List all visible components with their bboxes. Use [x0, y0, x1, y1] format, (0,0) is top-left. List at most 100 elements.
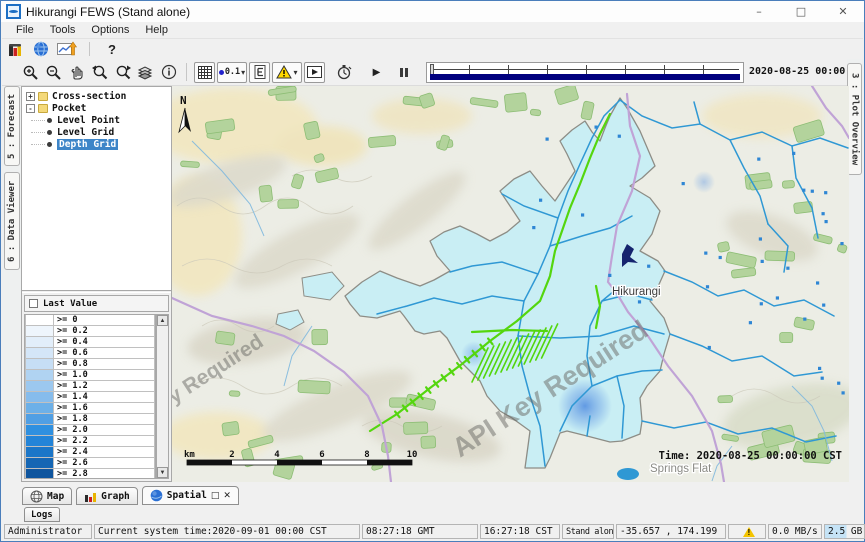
- legend-row[interactable]: >= 2.0: [25, 425, 155, 436]
- chart-arrow-icon[interactable]: [57, 41, 77, 57]
- legend-row[interactable]: >= 0.2: [25, 326, 155, 337]
- gauge-point[interactable]: [682, 182, 685, 185]
- menu-item-options[interactable]: Options: [83, 23, 137, 38]
- gauge-point[interactable]: [811, 190, 814, 193]
- tree-expander-icon[interactable]: +: [26, 92, 35, 101]
- map-view[interactable]: API Key Required API Key Required Hikura…: [172, 86, 849, 482]
- globe-icon[interactable]: [33, 41, 49, 57]
- gauge-point[interactable]: [706, 285, 709, 288]
- gauge-point[interactable]: [818, 367, 821, 370]
- tree-item-pocket[interactable]: -Pocket: [26, 102, 171, 114]
- gauge-point[interactable]: [719, 256, 722, 259]
- legend-row[interactable]: >= 2.2: [25, 436, 155, 447]
- gauge-point[interactable]: [532, 226, 535, 229]
- legend-row[interactable]: >= 1.4: [25, 392, 155, 403]
- gauge-point[interactable]: [638, 300, 641, 303]
- gauge-point[interactable]: [842, 391, 845, 394]
- gauge-point[interactable]: [761, 260, 764, 263]
- logs-button[interactable]: Logs: [24, 507, 60, 522]
- gauge-point[interactable]: [749, 321, 752, 324]
- tree-expander-icon[interactable]: -: [26, 104, 35, 113]
- zoom-next-icon[interactable]: [112, 62, 133, 83]
- gauge-point[interactable]: [803, 318, 806, 321]
- gauge-point[interactable]: [608, 274, 611, 277]
- gauge-point[interactable]: [539, 199, 542, 202]
- play-icon[interactable]: ▶: [366, 62, 387, 83]
- gauge-point[interactable]: [704, 252, 707, 255]
- tab-restore-icon[interactable]: □: [211, 491, 220, 501]
- legend-row[interactable]: >= 0.8: [25, 359, 155, 370]
- gauge-point[interactable]: [802, 189, 805, 192]
- tab-close-icon[interactable]: ✕: [223, 491, 231, 501]
- gauge-point[interactable]: [757, 158, 760, 161]
- gauge-point[interactable]: [786, 267, 789, 270]
- legend-row[interactable]: >= 2.8: [25, 469, 155, 479]
- pause-icon[interactable]: [393, 62, 414, 83]
- interval-dropdown[interactable]: 0.1▾: [217, 62, 247, 83]
- tab-graph[interactable]: Graph: [76, 487, 138, 505]
- gauge-point[interactable]: [824, 191, 827, 194]
- minimize-button[interactable]: –: [738, 1, 780, 22]
- legend-row[interactable]: >= 1.0: [25, 370, 155, 381]
- gauge-point[interactable]: [822, 304, 825, 307]
- gauge-point[interactable]: [821, 377, 824, 380]
- legend-row[interactable]: >= 1.6: [25, 403, 155, 414]
- gauge-point[interactable]: [708, 346, 711, 349]
- menu-item-tools[interactable]: Tools: [42, 23, 84, 38]
- tab-plot-overview[interactable]: 3 : Plot Overview: [847, 63, 862, 175]
- gauge-point[interactable]: [837, 382, 840, 385]
- legend-row[interactable]: >= 1.8: [25, 414, 155, 425]
- info-icon[interactable]: [158, 62, 179, 83]
- legend-row[interactable]: >= 0.4: [25, 337, 155, 348]
- maximize-button[interactable]: □: [780, 1, 822, 22]
- tab-data-viewer[interactable]: 6 : Data Viewer: [4, 172, 20, 270]
- menu-item-file[interactable]: File: [8, 23, 42, 38]
- map-canvas[interactable]: API Key Required API Key Required Hikura…: [172, 86, 849, 482]
- gauge-point[interactable]: [759, 237, 762, 240]
- zoom-out-icon[interactable]: [43, 62, 64, 83]
- database-icon[interactable]: [8, 42, 25, 57]
- legend-row[interactable]: >= 0.6: [25, 348, 155, 359]
- gauge-point[interactable]: [840, 242, 843, 245]
- layers-icon[interactable]: [135, 62, 156, 83]
- legend-row[interactable]: >= 2.6: [25, 458, 155, 469]
- warning-dropdown[interactable]: ▾: [272, 62, 302, 83]
- last-value-checkbox[interactable]: [29, 299, 38, 308]
- gauge-point[interactable]: [760, 302, 763, 305]
- gauge-point[interactable]: [546, 138, 549, 141]
- legend-row[interactable]: >= 0: [25, 315, 155, 326]
- gauge-point[interactable]: [816, 281, 819, 284]
- animation-icon[interactable]: [304, 62, 325, 83]
- gauge-point[interactable]: [825, 220, 828, 223]
- status-warning-cell[interactable]: [728, 524, 766, 539]
- legend-row[interactable]: >= 2.4: [25, 447, 155, 458]
- tree-item-level-point[interactable]: Level Point: [26, 114, 171, 126]
- gauge-point[interactable]: [595, 126, 598, 129]
- grid-icon[interactable]: [194, 62, 215, 83]
- tab-spatial[interactable]: Spatial□✕: [142, 486, 239, 505]
- scroll-down-icon[interactable]: ▼: [157, 467, 168, 478]
- tree-item-level-grid[interactable]: Level Grid: [26, 126, 171, 138]
- zoom-previous-icon[interactable]: [89, 62, 110, 83]
- timer-icon[interactable]: [333, 62, 354, 83]
- gauge-point[interactable]: [618, 135, 621, 138]
- tab-map[interactable]: Map: [22, 487, 72, 505]
- scroll-up-icon[interactable]: ▲: [157, 315, 168, 326]
- legend-scrollbar[interactable]: ▲ ▼: [156, 314, 169, 479]
- help-icon[interactable]: ?: [102, 42, 122, 57]
- menu-item-help[interactable]: Help: [137, 23, 176, 38]
- zoom-in-icon[interactable]: [20, 62, 41, 83]
- gauge-point[interactable]: [822, 212, 825, 215]
- time-slider[interactable]: [426, 62, 744, 83]
- tab-forecast[interactable]: 5 : Forecast: [4, 86, 20, 166]
- gauge-point[interactable]: [647, 265, 650, 268]
- gauge-point[interactable]: [581, 213, 584, 216]
- gauge-point[interactable]: [776, 296, 779, 299]
- legend-row[interactable]: >= 1.2: [25, 381, 155, 392]
- label-icon[interactable]: [249, 62, 270, 83]
- tree-item-depth-grid[interactable]: Depth Grid: [26, 138, 171, 150]
- gauge-point[interactable]: [792, 152, 795, 155]
- pan-hand-icon[interactable]: [66, 62, 87, 83]
- close-button[interactable]: ✕: [822, 1, 864, 22]
- tree-item-cross-section[interactable]: +Cross-section: [26, 90, 171, 102]
